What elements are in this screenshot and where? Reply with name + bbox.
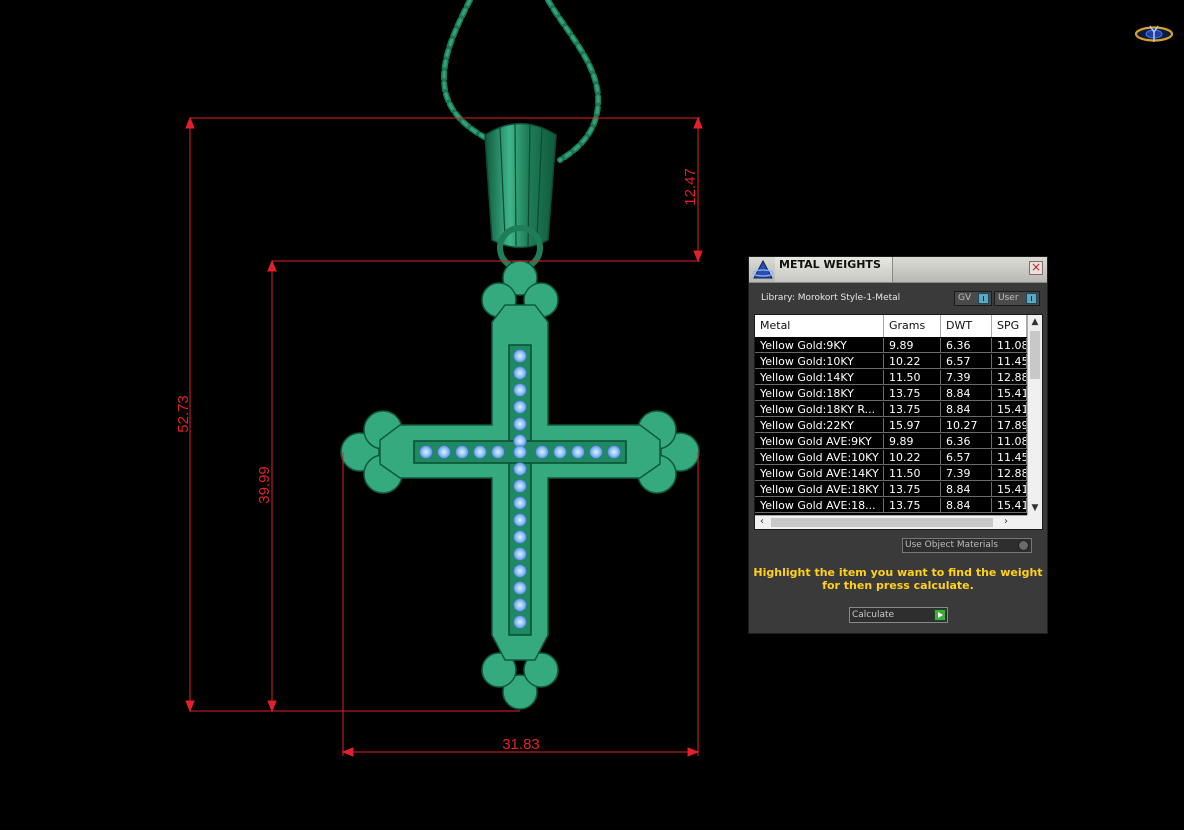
scroll-right-icon[interactable]: › — [999, 516, 1013, 529]
user-toggle-label: User — [998, 293, 1019, 303]
cell-grams: 11.50 — [884, 370, 941, 385]
set-stones — [419, 349, 621, 629]
dim-width: 31.83 — [502, 736, 540, 753]
dialog-title-bar[interactable]: METAL WEIGHTS × — [749, 257, 1047, 283]
cell-grams: 10.22 — [884, 450, 941, 465]
close-icon[interactable]: × — [1029, 261, 1043, 275]
cell-dwt: 7.39 — [941, 370, 992, 385]
cell-metal: Yellow Gold:10KY — [755, 354, 884, 369]
dialog-title: METAL WEIGHTS — [775, 257, 893, 282]
column-header-grams[interactable]: Grams — [884, 315, 941, 337]
cell-spg: 17.89 — [992, 418, 1027, 433]
cell-dwt: 10.27 — [941, 418, 992, 433]
dim-body-height: 39.99 — [256, 466, 273, 504]
table-row[interactable]: Yellow Gold:9KY 9.89 6.36 11.08 — [755, 338, 1027, 354]
cell-metal: Yellow Gold AVE:18KY — [755, 482, 884, 497]
column-header-spg[interactable]: SPG — [992, 315, 1027, 337]
scrollbar-corner — [1027, 515, 1042, 529]
table-row[interactable]: Yellow Gold AVE:10KY 10.22 6.57 11.45 — [755, 450, 1027, 466]
horizontal-scrollbar[interactable]: ‹ › — [755, 515, 1027, 529]
library-label: Library: Morokort Style-1-Metal — [761, 293, 901, 303]
cell-spg: 11.08 — [992, 338, 1027, 353]
table-row[interactable]: Yellow Gold AVE:18... 13.75 8.84 15.41 — [755, 498, 1027, 514]
cell-dwt: 8.84 — [941, 482, 992, 497]
table-row[interactable]: Yellow Gold:18KY 13.75 8.84 15.41 — [755, 386, 1027, 402]
cell-grams: 11.50 — [884, 466, 941, 481]
cell-spg: 15.41 — [992, 498, 1027, 513]
table-row[interactable]: Yellow Gold AVE:9KY 9.89 6.36 11.08 — [755, 434, 1027, 450]
metal-weights-dialog[interactable]: METAL WEIGHTS × Library: Morokort Style-… — [748, 256, 1048, 634]
dim-overall-height: 52.73 — [175, 395, 192, 433]
cell-spg: 11.08 — [992, 434, 1027, 449]
cell-metal: Yellow Gold AVE:18... — [755, 498, 884, 513]
dim-bail-height: 12.47 — [682, 168, 699, 206]
app-logo-icon — [752, 259, 774, 279]
cell-dwt: 6.36 — [941, 338, 992, 353]
cell-dwt: 7.39 — [941, 466, 992, 481]
gv-toggle[interactable]: GV — [954, 291, 992, 306]
cell-dwt: 6.36 — [941, 434, 992, 449]
cell-spg: 12.88 — [992, 466, 1027, 481]
scroll-down-icon[interactable]: ▼ — [1028, 501, 1042, 515]
cell-grams: 13.75 — [884, 386, 941, 401]
cell-metal: Yellow Gold AVE:10KY — [755, 450, 884, 465]
cell-grams: 15.97 — [884, 418, 941, 433]
calculate-label: Calculate — [852, 610, 895, 620]
scroll-left-icon[interactable]: ‹ — [755, 516, 769, 529]
vertical-scrollbar[interactable]: ▲ ▼ — [1027, 315, 1042, 515]
view-gizmo-icon[interactable] — [1134, 25, 1174, 42]
cell-metal: Yellow Gold:18KY R... — [755, 402, 884, 417]
cell-grams: 9.89 — [884, 338, 941, 353]
instruction-line-2: for then press calculate. — [822, 579, 974, 592]
cell-spg: 12.88 — [992, 370, 1027, 385]
cell-dwt: 6.57 — [941, 354, 992, 369]
table-row[interactable]: Yellow Gold:18KY R... 13.75 8.84 15.41 — [755, 402, 1027, 418]
calculate-button[interactable]: Calculate — [849, 607, 948, 623]
cell-spg: 15.41 — [992, 402, 1027, 417]
cell-grams: 13.75 — [884, 498, 941, 513]
table-row[interactable]: Yellow Gold AVE:14KY 11.50 7.39 12.88 — [755, 466, 1027, 482]
use-object-materials-label: Use Object Materials — [905, 540, 999, 550]
cell-dwt: 8.84 — [941, 386, 992, 401]
table-row[interactable]: Yellow Gold AVE:18KY 13.75 8.84 15.41 — [755, 482, 1027, 498]
gv-toggle-label: GV — [958, 293, 972, 303]
cell-metal: Yellow Gold AVE:14KY — [755, 466, 884, 481]
radio-icon[interactable] — [1018, 540, 1029, 551]
use-object-materials-option[interactable]: Use Object Materials — [902, 538, 1032, 553]
instruction-line-1: Highlight the item you want to find the … — [753, 566, 1043, 579]
cell-grams: 9.89 — [884, 434, 941, 449]
column-header-metal[interactable]: Metal — [755, 315, 884, 337]
cell-dwt: 8.84 — [941, 402, 992, 417]
table-row[interactable]: Yellow Gold:10KY 10.22 6.57 11.45 — [755, 354, 1027, 370]
cell-spg: 15.41 — [992, 482, 1027, 497]
user-toggle-indicator-icon — [1026, 293, 1037, 304]
cell-metal: Yellow Gold:14KY — [755, 370, 884, 385]
cell-metal: Yellow Gold:18KY — [755, 386, 884, 401]
cell-dwt: 8.84 — [941, 498, 992, 513]
metal-table[interactable]: Metal Grams DWT SPG Yellow Gold:9KY 9.89 6… — [754, 314, 1043, 530]
table-row[interactable]: Yellow Gold:14KY 11.50 7.39 12.88 — [755, 370, 1027, 386]
cell-grams: 13.75 — [884, 482, 941, 497]
user-toggle[interactable]: User — [994, 291, 1040, 306]
cell-dwt: 6.57 — [941, 450, 992, 465]
cell-spg: 11.45 — [992, 354, 1027, 369]
cell-spg: 11.45 — [992, 450, 1027, 465]
cell-grams: 13.75 — [884, 402, 941, 417]
table-row[interactable]: Yellow Gold:22KY 15.97 10.27 17.89 — [755, 418, 1027, 434]
cell-metal: Yellow Gold AVE:9KY — [755, 434, 884, 449]
scroll-up-icon[interactable]: ▲ — [1028, 315, 1042, 329]
gv-toggle-indicator-icon — [978, 293, 989, 304]
instruction-text: Highlight the item you want to find the … — [749, 566, 1047, 592]
cell-spg: 15.41 — [992, 386, 1027, 401]
cell-metal: Yellow Gold:22KY — [755, 418, 884, 433]
cell-grams: 10.22 — [884, 354, 941, 369]
vertical-scroll-thumb[interactable] — [1030, 331, 1040, 379]
pendant-bail — [484, 122, 557, 271]
horizontal-scroll-thumb[interactable] — [771, 518, 993, 527]
column-header-dwt[interactable]: DWT — [941, 315, 992, 337]
play-arrow-icon — [934, 609, 946, 621]
cell-metal: Yellow Gold:9KY — [755, 338, 884, 353]
